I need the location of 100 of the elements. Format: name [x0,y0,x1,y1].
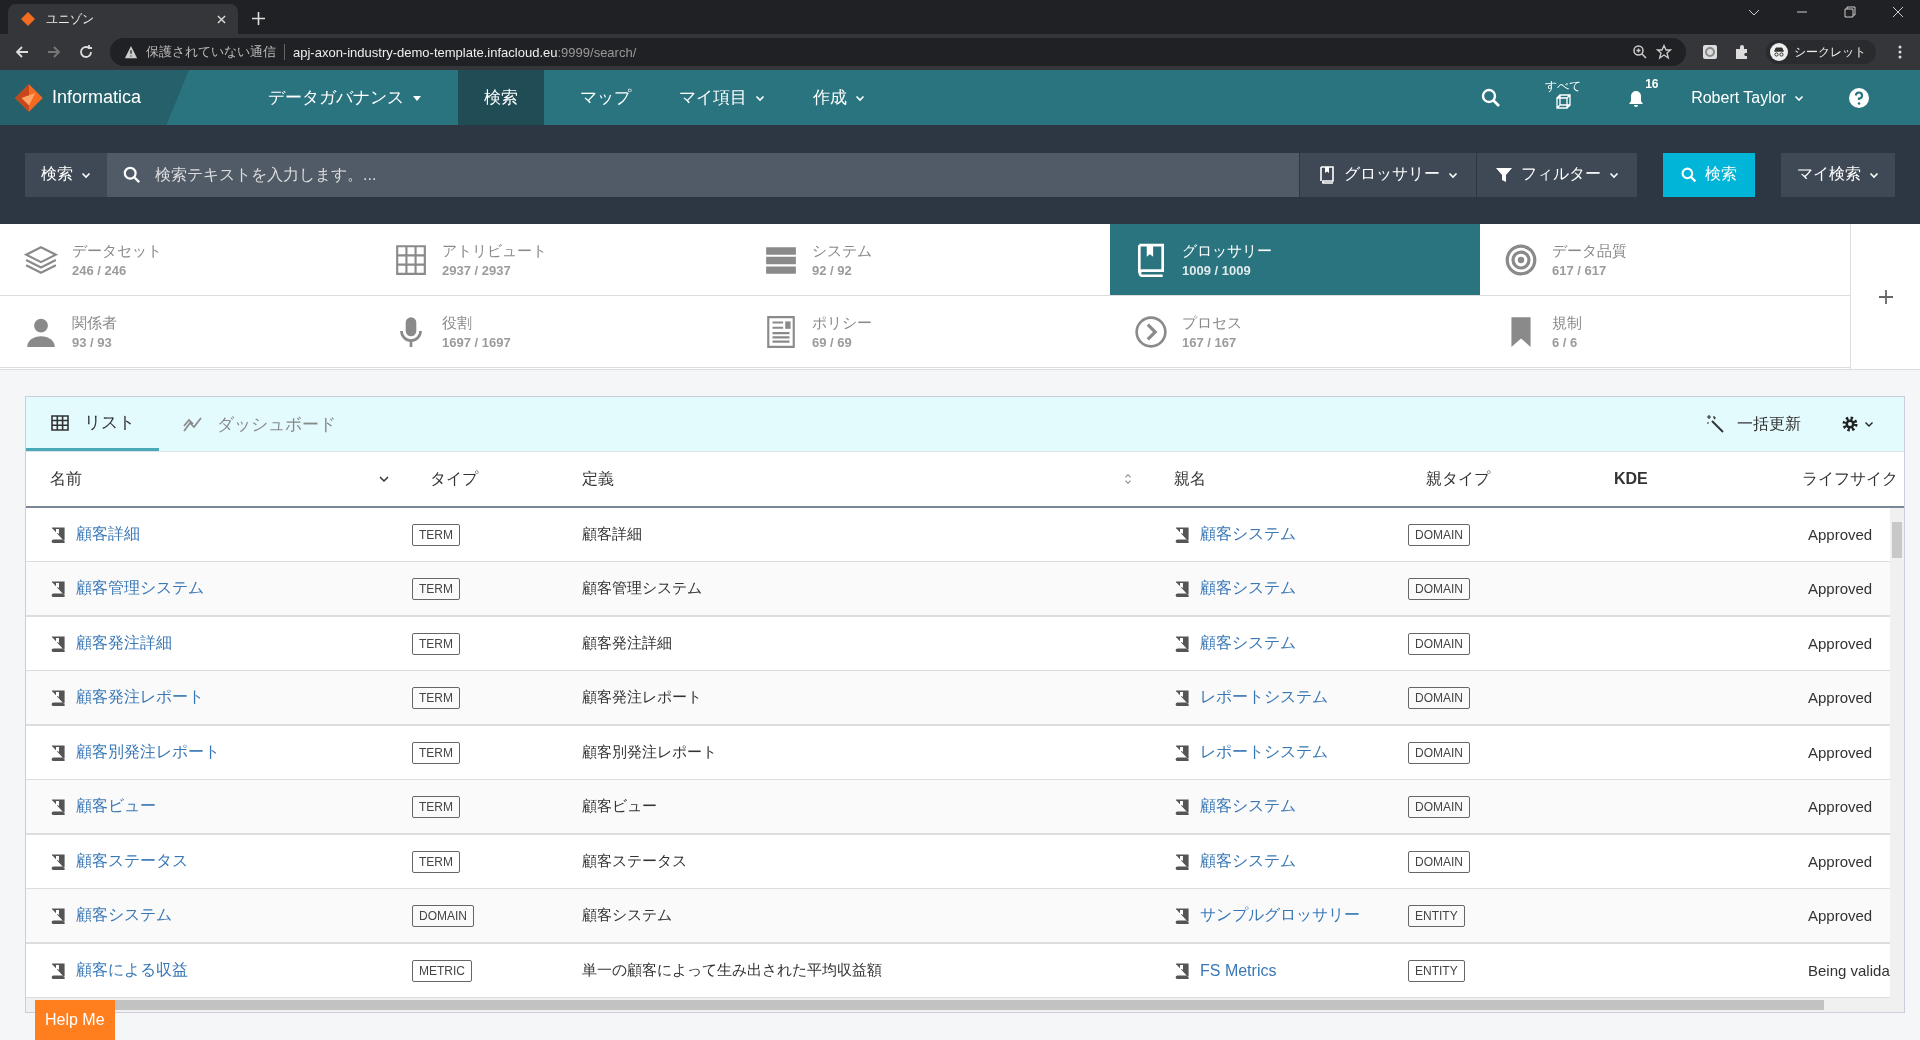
chevron-down-icon [1863,419,1874,429]
url-text: apj-axon-industry-demo-template.infacloud.eu:9999/search/ [293,44,637,60]
column-header[interactable]: ライフサイク [1802,468,1898,490]
scope-dropdown[interactable]: 検索 [25,152,107,197]
parent-type-tag: DOMAIN [1408,686,1470,709]
search-icon[interactable] [1481,87,1502,108]
chevron-down-icon[interactable] [378,473,390,485]
category-tile[interactable]: 規制 6 / 6 [1480,296,1850,368]
nav-item[interactable]: マイ項目 [655,70,789,125]
sort-icon[interactable] [1122,473,1134,485]
parent-link[interactable]: FS Metrics [1200,961,1277,980]
reload-icon[interactable] [78,44,94,60]
type-tag: TERM [412,741,460,764]
warning-icon [124,45,138,59]
parent-type-tag: DOMAIN [1408,577,1470,600]
vertical-scrollbar[interactable] [1889,508,1904,998]
parent-link[interactable]: レポートシステム [1200,687,1328,708]
star-icon[interactable] [1656,44,1672,60]
view-tab[interactable]: ダッシュボード [159,397,360,451]
definition-text: 顧客別発注レポート [582,743,717,762]
category-tile[interactable]: ポリシー 69 / 69 [740,296,1110,368]
term-link[interactable]: 顧客システム [76,905,172,926]
nav-item[interactable]: 作成 [789,70,889,125]
parent-link[interactable]: 顧客システム [1200,524,1296,545]
term-link[interactable]: 顧客発注レポート [76,687,204,708]
lifecycle-status: Approved [1808,744,1873,761]
category-label: グロッサリー [1182,241,1272,261]
term-link[interactable]: 顧客発注詳細 [76,633,172,654]
nav-item[interactable]: データガバナンス [244,70,446,125]
category-tile[interactable]: システム 92 / 92 [740,224,1110,296]
nav-item[interactable]: 検索 [458,70,544,125]
logo-icon [20,11,36,27]
parent-link[interactable]: 顧客システム [1200,633,1296,654]
type-tag: METRIC [412,959,472,982]
definition-text: 顧客発注詳細 [582,634,672,653]
help-icon[interactable] [1848,86,1870,109]
parent-link[interactable]: レポートシステム [1200,742,1328,763]
restore-icon[interactable] [1844,6,1856,18]
category-label: 関係者 [72,313,117,333]
type-tag: TERM [412,850,460,873]
definition-text: 顧客ステータス [582,852,687,871]
profile-button[interactable]: シークレット [1766,40,1876,64]
term-link[interactable]: 顧客ステータス [76,851,188,872]
parent-link[interactable]: サンプルグロッサリー [1200,905,1360,926]
horizontal-scrollbar[interactable] [26,998,1904,1012]
category-tile[interactable]: データ品質 617 / 617 [1480,224,1850,296]
view-tab[interactable]: リスト [26,397,159,451]
term-link[interactable]: 顧客別発注レポート [76,742,220,763]
category-label: アトリビュート [442,241,547,261]
category-tile[interactable]: アトリビュート 2937 / 2937 [370,224,740,296]
term-link[interactable]: 顧客管理システム [76,578,204,599]
filter-dropdown[interactable]: フィルター [1476,152,1637,197]
lifecycle-status: Approved [1808,798,1873,815]
category-tile[interactable]: プロセス 167 / 167 [1110,296,1480,368]
puzzle-icon[interactable] [1734,44,1750,60]
new-tab-icon[interactable] [252,12,265,25]
term-link[interactable]: 顧客ビュー [76,796,156,817]
column-header[interactable]: 定義 [582,468,614,490]
forward-arrow-icon[interactable] [46,44,62,60]
browser-tab[interactable]: ユニゾン [8,4,238,34]
column-header[interactable]: KDE [1614,470,1648,488]
zoom-icon[interactable] [1632,44,1648,60]
category-label: データセット [72,241,162,261]
arrow-circle-icon [1134,314,1168,349]
parent-link[interactable]: 顧客システム [1200,578,1296,599]
term-link[interactable]: 顧客詳細 [76,524,140,545]
bulk-update-button[interactable]: 一括更新 [1704,397,1801,451]
column-header[interactable]: 親タイプ [1426,468,1490,490]
logo-icon [14,82,44,113]
my-search-dropdown[interactable]: マイ検索 [1781,152,1895,197]
parent-link[interactable]: 顧客システム [1200,851,1296,872]
close-icon[interactable] [217,14,226,24]
category-label: ポリシー [812,313,872,333]
category-tile[interactable]: グロッサリー 1009 / 1009 [1110,224,1480,296]
search-field[interactable]: 検索テキストを入力します。... [107,152,1299,197]
glossary-dropdown[interactable]: グロッサリー [1299,152,1476,197]
user-menu[interactable]: Robert Taylor [1691,88,1804,107]
plus-icon[interactable] [1876,287,1895,306]
cube-icon [1554,91,1573,110]
type-tag: TERM [412,577,460,600]
definition-text: 顧客詳細 [582,525,642,544]
parent-type-tag: ENTITY [1408,959,1465,982]
address-bar[interactable]: 保護されていない通信 apj-axon-industry-demo-template.infacloud.eu:9999/search/ [110,38,1686,66]
all-button[interactable]: すべて [1545,79,1582,110]
help-button[interactable]: Help Me [35,1000,115,1040]
category-tile[interactable]: 関係者 93 / 93 [0,296,370,368]
lifecycle-status: Approved [1808,907,1873,924]
nav-item[interactable]: マップ [556,70,655,125]
parent-link[interactable]: 顧客システム [1200,796,1296,817]
column-header[interactable]: タイプ [430,468,478,490]
extension-icon[interactable] [1702,44,1718,60]
back-arrow-icon[interactable] [14,44,30,60]
target-icon [1504,242,1538,277]
category-tile[interactable]: データセット 246 / 246 [0,224,370,296]
column-header[interactable]: 親名 [1174,468,1206,490]
column-header[interactable]: 名前 [50,468,82,490]
close-icon[interactable] [1892,6,1904,18]
definition-text: 顧客管理システム [582,579,702,598]
term-link[interactable]: 顧客による収益 [76,960,188,981]
category-tile[interactable]: 役割 1697 / 1697 [370,296,740,368]
